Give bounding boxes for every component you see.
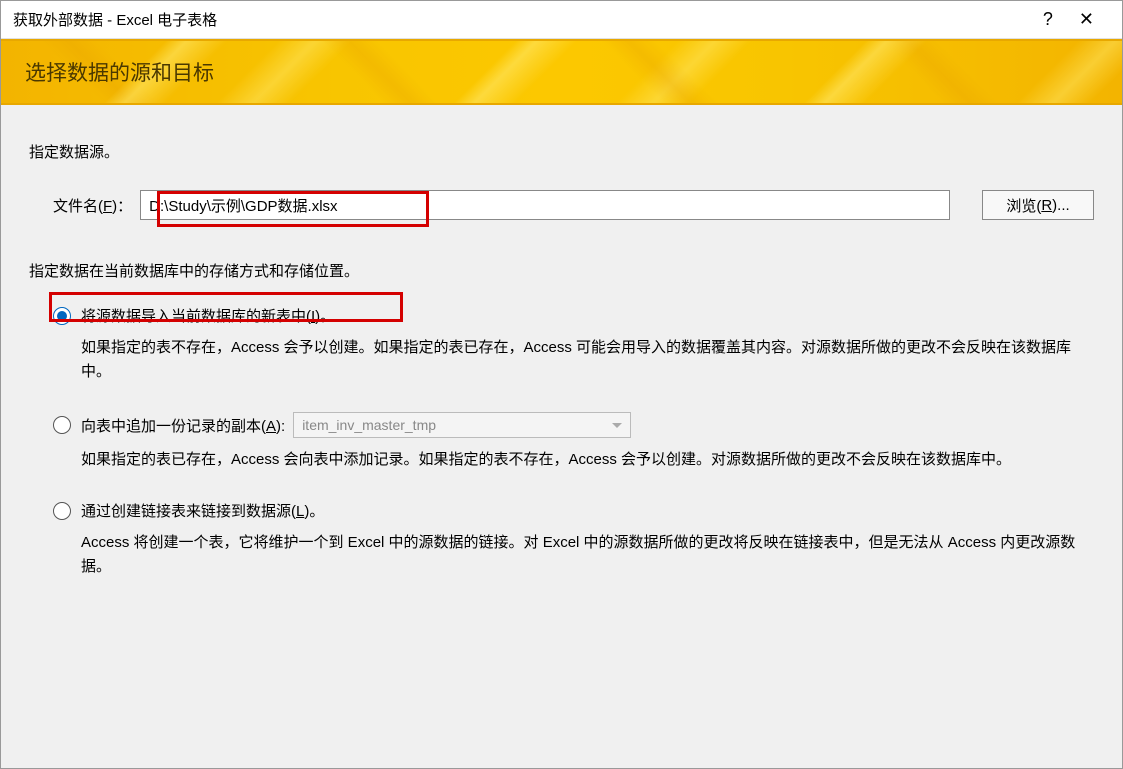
option1-description: 如果指定的表不存在，Access 会予以创建。如果指定的表已存在，Access … (81, 336, 1094, 384)
help-icon[interactable]: ? (1043, 9, 1053, 30)
file-label: 文件名(F)： (53, 195, 140, 216)
radio-append-copy[interactable] (53, 416, 71, 434)
option3-label[interactable]: 通过创建链接表来链接到数据源(L)。 (81, 500, 324, 521)
radio-import-new-table[interactable] (53, 307, 71, 325)
dialog-content: 指定数据源。 文件名(F)： 浏览(R)... 指定数据在当前数据库中的存储方式… (1, 105, 1122, 579)
option-import-new-table: 将源数据导入当前数据库的新表中(I)。 如果指定的表不存在，Access 会予以… (53, 305, 1094, 384)
option2-label[interactable]: 向表中追加一份记录的副本(A): (81, 415, 285, 436)
titlebar-controls: ? ✕ (1043, 7, 1118, 32)
chevron-down-icon (612, 423, 622, 428)
option-link-table: 通过创建链接表来链接到数据源(L)。 Access 将创建一个表，它将维护一个到… (53, 500, 1094, 579)
storage-section-label: 指定数据在当前数据库中的存储方式和存储位置。 (29, 260, 1094, 281)
option2-row: 向表中追加一份记录的副本(A): item_inv_master_tmp (53, 412, 1094, 438)
banner-title: 选择数据的源和目标 (25, 57, 214, 87)
option1-row: 将源数据导入当前数据库的新表中(I)。 (53, 305, 1094, 326)
append-target-dropdown: item_inv_master_tmp (293, 412, 631, 438)
source-section-label: 指定数据源。 (29, 141, 1094, 162)
close-icon[interactable]: ✕ (1073, 7, 1100, 32)
option3-row: 通过创建链接表来链接到数据源(L)。 (53, 500, 1094, 521)
option3-description: Access 将创建一个表，它将维护一个到 Excel 中的源数据的链接。对 E… (81, 531, 1094, 579)
wizard-banner: 选择数据的源和目标 (1, 39, 1122, 105)
window-title: 获取外部数据 - Excel 电子表格 (13, 9, 217, 30)
browse-button[interactable]: 浏览(R)... (982, 190, 1094, 220)
dialog-window: 获取外部数据 - Excel 电子表格 ? ✕ 选择数据的源和目标 指定数据源。… (0, 0, 1123, 769)
option2-description: 如果指定的表已存在，Access 会向表中添加记录。如果指定的表不存在，Acce… (81, 448, 1094, 472)
titlebar: 获取外部数据 - Excel 电子表格 ? ✕ (1, 1, 1122, 39)
radio-link-table[interactable] (53, 502, 71, 520)
dropdown-value: item_inv_master_tmp (302, 417, 436, 433)
filename-input[interactable] (140, 190, 950, 220)
option1-label[interactable]: 将源数据导入当前数据库的新表中(I)。 (81, 305, 335, 326)
option-append-copy: 向表中追加一份记录的副本(A): item_inv_master_tmp 如果指… (53, 412, 1094, 472)
file-row: 文件名(F)： 浏览(R)... (53, 190, 1094, 220)
